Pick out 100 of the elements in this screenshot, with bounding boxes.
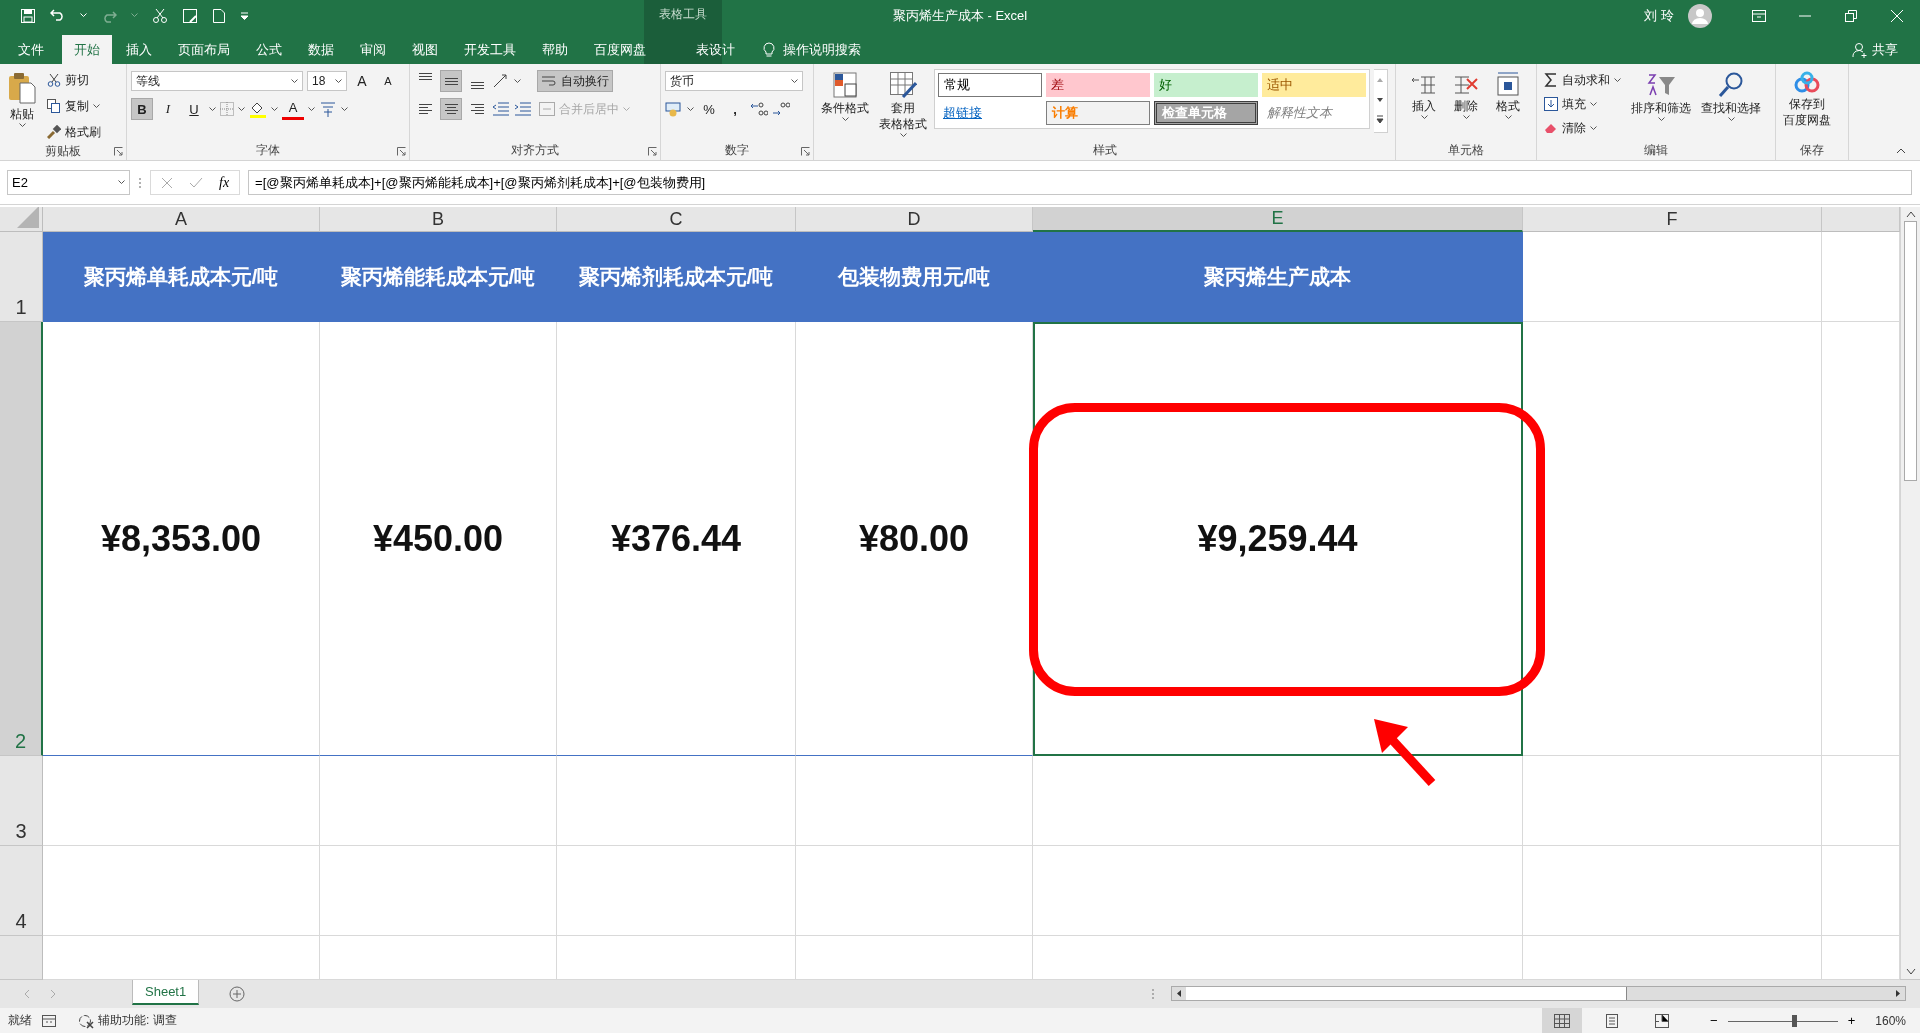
ribbon-display-icon[interactable]: [1752, 9, 1766, 22]
scroll-thumb[interactable]: [1904, 221, 1917, 481]
insert-cells-button[interactable]: 插入: [1408, 69, 1440, 142]
undo-icon[interactable]: [50, 7, 66, 21]
column-header[interactable]: E: [1033, 207, 1523, 232]
bold-button[interactable]: B: [131, 98, 153, 120]
zoom-out-button[interactable]: −: [1710, 1013, 1718, 1028]
shrink-font-button[interactable]: A: [377, 70, 399, 92]
dialog-launcher-icon[interactable]: [648, 147, 657, 156]
new-document-icon[interactable]: [212, 7, 226, 24]
ribbon-tab[interactable]: 开发工具: [452, 35, 528, 64]
column-header[interactable]: A: [43, 207, 320, 232]
font-name-field[interactable]: 等线: [131, 71, 303, 91]
cell-style-option[interactable]: 解释性文本: [1262, 101, 1366, 125]
autosum-button[interactable]: 自动求和: [1541, 69, 1624, 91]
save-to-cloud-button[interactable]: 保存到 百度网盘: [1780, 69, 1834, 142]
row-header[interactable]: 1: [0, 232, 43, 322]
currency-value[interactable]: ¥80.00: [796, 322, 1033, 756]
format-cells-button[interactable]: 格式: [1492, 69, 1524, 142]
column-header[interactable]: F: [1523, 207, 1822, 232]
wrap-text-button[interactable]: 自动换行: [537, 70, 613, 92]
minimize-icon[interactable]: [1799, 14, 1811, 17]
align-center-button[interactable]: [440, 98, 462, 120]
empty-cell[interactable]: [1523, 322, 1822, 756]
accessibility-status[interactable]: 辅助功能: 调查: [98, 1012, 177, 1029]
scroll-up-icon[interactable]: [1904, 209, 1917, 219]
redo-icon[interactable]: [101, 8, 117, 23]
empty-cell[interactable]: [557, 756, 796, 846]
font-color-button[interactable]: A: [282, 98, 304, 120]
cancel-icon[interactable]: [161, 176, 173, 189]
empty-cell[interactable]: [1523, 846, 1822, 936]
currency-value[interactable]: ¥9,259.44: [1033, 322, 1523, 756]
copy-button[interactable]: 复制: [44, 95, 104, 117]
ribbon-tab[interactable]: 表设计: [684, 35, 747, 64]
select-all-icon[interactable]: [17, 207, 39, 228]
ribbon-tab[interactable]: 插入: [114, 35, 164, 64]
zoom-slider[interactable]: [1727, 1014, 1838, 1027]
prev-sheet-icon[interactable]: [24, 989, 30, 999]
avatar-icon[interactable]: [1688, 3, 1712, 28]
ribbon-tab[interactable]: 审阅: [348, 35, 398, 64]
cell-style-option[interactable]: 好: [1154, 73, 1258, 97]
ribbon-tab[interactable]: 公式: [244, 35, 294, 64]
format-painter-button[interactable]: 格式刷: [44, 121, 104, 143]
accounting-icon[interactable]: [665, 101, 683, 117]
close-icon[interactable]: [1891, 9, 1903, 22]
format-as-table-button[interactable]: 套用 表格格式: [876, 69, 930, 142]
macro-icon[interactable]: [42, 1014, 56, 1027]
zoom-level[interactable]: 160%: [1875, 1013, 1906, 1028]
collapse-ribbon-icon[interactable]: [1896, 148, 1906, 154]
fill-color-icon[interactable]: [249, 100, 267, 118]
delete-cells-button[interactable]: 删除: [1450, 69, 1482, 142]
sort-filter-button[interactable]: 排序和筛选: [1628, 69, 1694, 142]
tell-me-search[interactable]: 操作说明搜索: [783, 40, 861, 59]
cut-button[interactable]: 剪切: [44, 69, 104, 91]
sheet-tab[interactable]: Sheet1: [132, 980, 200, 1005]
empty-cell[interactable]: [796, 846, 1033, 936]
conditional-format-button[interactable]: 条件格式: [818, 69, 872, 142]
dialog-launcher-icon[interactable]: [397, 147, 406, 156]
clear-button[interactable]: 清除: [1541, 117, 1624, 139]
empty-cell[interactable]: [1033, 846, 1523, 936]
empty-cell[interactable]: [796, 756, 1033, 846]
save-icon[interactable]: [20, 7, 36, 24]
increase-indent-icon[interactable]: [514, 102, 532, 116]
scroll-thumb[interactable]: [1186, 987, 1627, 1000]
row-header[interactable]: 3: [0, 756, 43, 846]
fill-button[interactable]: 填充: [1541, 93, 1624, 115]
increase-decimal-icon[interactable]: [750, 101, 768, 117]
empty-cell[interactable]: [320, 846, 557, 936]
dialog-launcher-icon[interactable]: [801, 147, 810, 156]
column-header[interactable]: B: [320, 207, 557, 232]
row-header[interactable]: [0, 936, 43, 980]
next-sheet-icon[interactable]: [50, 989, 56, 999]
ribbon-tab[interactable]: 百度网盘: [582, 35, 658, 64]
font-size-field[interactable]: 18: [307, 71, 347, 91]
row-header[interactable]: 2: [0, 322, 43, 756]
empty-cell[interactable]: [557, 846, 796, 936]
zoom-thumb[interactable]: [1791, 1014, 1797, 1027]
normal-view-button[interactable]: [1542, 1008, 1583, 1033]
underline-button[interactable]: U: [183, 98, 205, 120]
scroll-down-icon[interactable]: [1904, 967, 1917, 977]
save-as-icon[interactable]: [182, 7, 198, 24]
column-header[interactable]: C: [557, 207, 796, 232]
decrease-decimal-icon[interactable]: [772, 101, 790, 117]
number-format-field[interactable]: 货币: [665, 71, 803, 91]
formula-field[interactable]: =[@聚丙烯单耗成本]+[@聚丙烯能耗成本]+[@聚丙烯剂耗成本]+[@包装物费用]: [248, 170, 1912, 195]
borders-icon[interactable]: [220, 102, 234, 116]
cell-style-option[interactable]: 常规: [938, 73, 1042, 97]
paste-button[interactable]: 粘贴: [4, 69, 40, 143]
empty-cell[interactable]: [1033, 756, 1523, 846]
currency-value[interactable]: ¥8,353.00: [43, 322, 320, 756]
cell-style-option[interactable]: 差: [1046, 73, 1150, 97]
comma-button[interactable]: ,: [724, 98, 746, 120]
column-header[interactable]: D: [796, 207, 1033, 232]
currency-value[interactable]: ¥376.44: [557, 322, 796, 756]
phonetic-guide-icon[interactable]: [319, 100, 337, 118]
customize-icon[interactable]: [240, 11, 249, 20]
ribbon-tab[interactable]: 文件: [6, 35, 56, 64]
currency-value[interactable]: ¥450.00: [320, 322, 557, 756]
ribbon-tab[interactable]: 数据: [296, 35, 346, 64]
insert-function-button[interactable]: fx: [219, 174, 230, 191]
